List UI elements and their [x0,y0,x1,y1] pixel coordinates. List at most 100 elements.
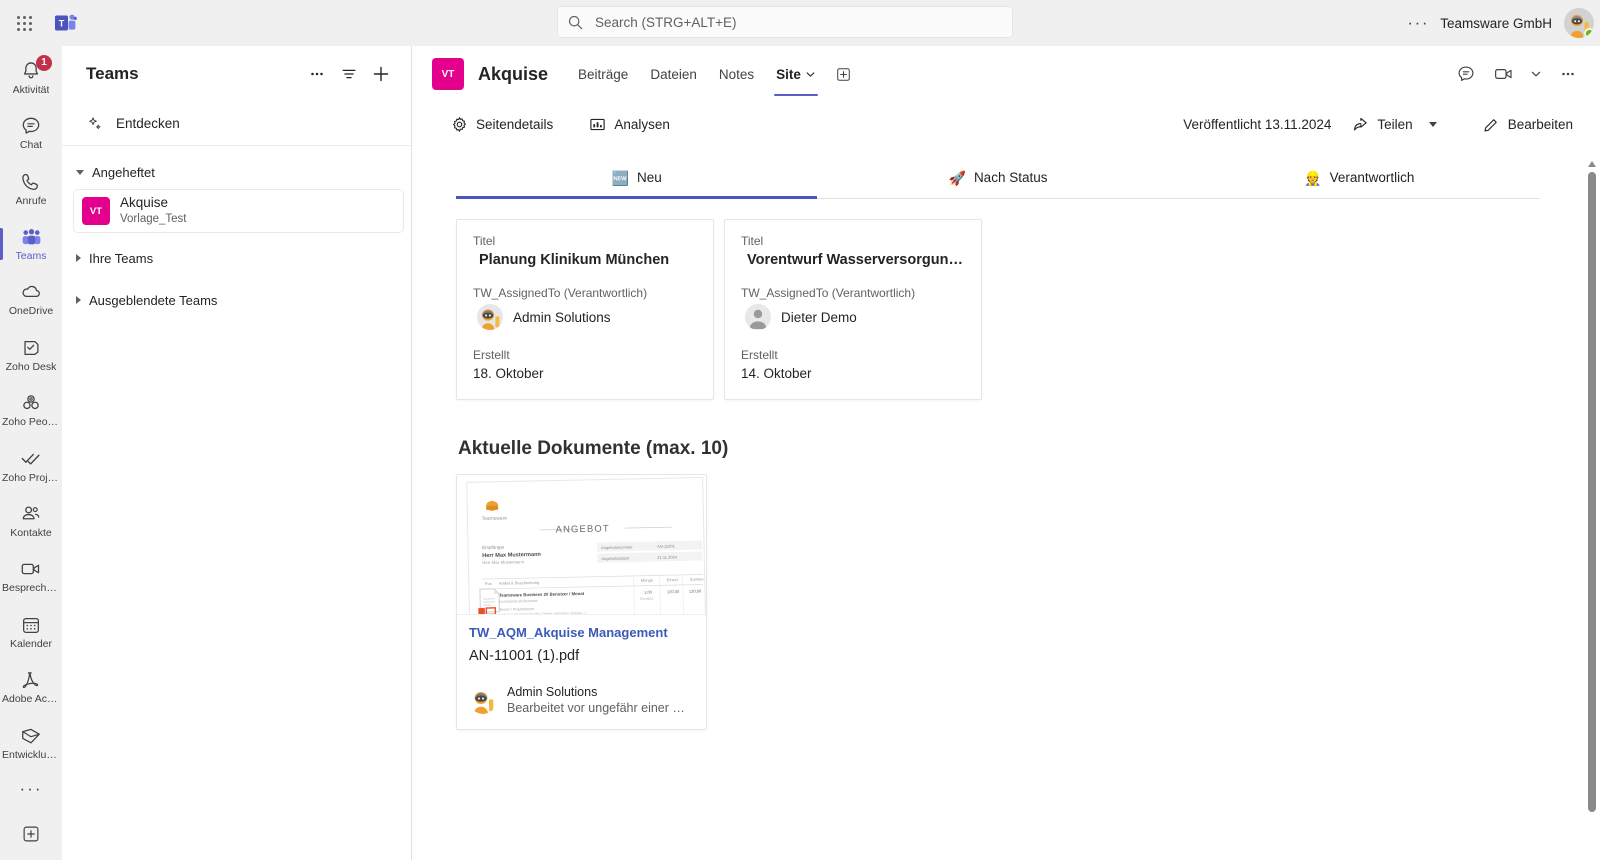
rocket-emoji-icon: 🚀 [948,169,966,186]
pivot-tab-label: Verantwortlich [1329,170,1415,185]
list-card[interactable]: Titel Vorentwurf Wasserversorgung ... TW… [724,219,982,400]
svg-text:1,00: 1,00 [644,590,653,595]
created-date: 14. Oktober [741,366,812,381]
created-date: 18. Oktober [473,366,544,381]
sidebar-item-chat[interactable]: Chat [0,105,62,160]
rail-more-apps-button[interactable]: ··· [0,770,62,808]
group-header-ihre-teams[interactable]: Ihre Teams [62,242,411,274]
edit-label: Bearbeiten [1507,116,1573,132]
channel-header-actions [1450,58,1584,90]
team-item-akquise[interactable]: VT Akquise Vorlage_Test [74,190,403,232]
channel-team-avatar: VT [432,58,464,90]
sparkle-icon [89,116,101,129]
topbar-more-button[interactable]: ··· [1402,7,1434,39]
teams-people-icon [22,228,40,245]
tab-dateien[interactable]: Dateien [640,46,707,102]
add-team-button[interactable] [365,58,397,90]
svg-text:Vorlagen mit Inhalt (Kanäle, O: Vorlagen mit Inhalt (Kanäle, Ordner, Auf… [499,611,586,615]
sidebar-item-besprechungen[interactable]: Besprechun... [0,549,62,604]
sidebar-item-teams[interactable]: Teams [0,216,62,271]
document-modified-time: Bearbeitet vor ungefähr einer St... [507,701,691,716]
sidebar-item-aktivitaet[interactable]: 1 Aktivität [0,50,62,105]
group-header-angeheftet[interactable]: Angeheftet [62,156,411,188]
channel-chat-button[interactable] [1450,58,1482,90]
pivot-tab-verantwortlich[interactable]: 👷 Verantwortlich [1179,160,1540,198]
tab-label: Notes [718,66,755,82]
discover-teams-item[interactable]: Entdecken [62,102,411,146]
svg-text:Herr Max Mustermann: Herr Max Mustermann [482,559,524,565]
sidebar-item-kalender[interactable]: Kalender [0,604,62,659]
svg-text:Summe: Summe [690,576,705,581]
chat-icon [22,117,40,134]
teams-pane-filter-button[interactable] [333,58,365,90]
sidebar-item-kontakte[interactable]: Kontakte [0,493,62,548]
page-vertical-scrollbar[interactable] [1586,146,1598,860]
webpart-pivot-tabs: 🆕 Neu 🚀 Nach Status 👷 Verantwortlich [456,160,1540,199]
hidden-teams-group: Ausgeblendete Teams [62,284,411,316]
share-icon [1354,117,1368,130]
channel-title: Akquise [478,63,549,84]
teams-app-window: T Search (STRG+ALT+E) ··· Teamsware GmbH [0,0,1600,860]
svg-text:Teamsware: Teamsware [481,516,507,523]
assigned-person: Admin Solutions [477,304,697,330]
channel-meet-dropdown[interactable] [1526,58,1546,90]
sidebar-item-zoho-projects[interactable]: Zoho Proje... [0,438,62,493]
scrollbar-thumb[interactable] [1588,172,1596,812]
group-header-ausgeblendete-teams[interactable]: Ausgeblendete Teams [62,284,411,316]
document-card[interactable]: Teamsware ANGEBOT Empfänger Herr Max Mus… [456,474,707,730]
pivot-tab-neu[interactable]: 🆕 Neu [456,160,818,199]
presence-indicator-available [1584,28,1594,38]
sidebar-item-onedrive[interactable]: OneDrive [0,272,62,327]
plus-icon [373,66,389,82]
your-teams-group: Ihre Teams [62,242,411,274]
sidebar-item-entwicklerportal[interactable]: Entwicklun... [0,715,62,770]
sidebar-item-zoho-desk[interactable]: Zoho Desk [0,327,62,382]
scroll-up-arrow-icon[interactable] [1586,158,1598,170]
sidebar-item-zoho-people[interactable]: Zoho People [0,382,62,437]
sidebar-item-label: Kontakte [10,526,52,539]
pivot-tab-nach-status[interactable]: 🚀 Nach Status [817,160,1178,198]
document-author: Admin Solutions [507,685,598,699]
tab-notes[interactable]: Notes [709,46,764,102]
sidebar-item-adobe-acrobat[interactable]: Adobe Acro... [0,659,62,714]
documents-section-heading: Aktuelle Dokumente (max. 10) [458,438,729,459]
share-button[interactable]: Teilen [1343,111,1445,138]
sharepoint-page-content: 🆕 Neu 🚀 Nach Status 👷 Verantwortlich Tit… [412,146,1600,860]
teams-pane-more-button[interactable] [301,58,333,90]
channel-header: VT Akquise Beiträge Dateien Notes Site [412,46,1600,102]
svg-text:AN-11001: AN-11001 [657,544,676,549]
card-title: Planung Klinikum München [479,252,670,268]
sharepoint-command-bar: Seitendetails Analysen Veröffentlicht 13… [412,102,1600,146]
developer-portal-icon [22,728,40,744]
main-content-area: VT Akquise Beiträge Dateien Notes Site S… [412,46,1600,860]
channel-meet-button[interactable] [1488,58,1520,90]
pivot-tab-label: Neu [637,170,662,185]
user-avatar[interactable] [1564,8,1594,38]
search-icon [568,15,583,29]
field-label-assignedto: TW_AssignedTo (Verantwortlich) [741,286,916,300]
assigned-person-name: Dieter Demo [781,309,857,325]
list-card[interactable]: Titel Planung Klinikum München TW_Assign… [456,219,714,400]
team-name: Akquise [120,195,169,211]
page-details-button[interactable]: Seitendetails [442,111,562,138]
share-label: Teilen [1377,116,1413,132]
svg-text:ANGEBOT: ANGEBOT [555,523,609,535]
tab-site[interactable]: Site [766,46,826,102]
app-launcher-waffle-icon[interactable] [0,15,48,31]
edit-page-button[interactable]: Bearbeiten [1474,111,1582,138]
field-label-titel: Titel [473,234,496,248]
tab-beitraege[interactable]: Beiträge [568,46,638,102]
filter-icon [342,69,356,79]
document-filename: AN-11001 (1).pdf [469,648,580,664]
channel-more-button[interactable] [1552,58,1584,90]
tab-label: Site [776,66,801,82]
svg-text:Pos: Pos [485,581,492,586]
sidebar-item-anrufe[interactable]: Anrufe [0,161,62,216]
sidebar-item-label: Adobe Acro... [2,693,60,706]
search-input[interactable]: Search (STRG+ALT+E) [557,6,1013,38]
add-tab-button[interactable] [828,58,860,90]
document-site-link[interactable]: TW_AQM_Akquise Management [469,625,694,640]
analytics-button[interactable]: Analysen [580,111,679,138]
rail-add-app-button[interactable] [0,808,62,860]
gear-icon [453,116,466,132]
